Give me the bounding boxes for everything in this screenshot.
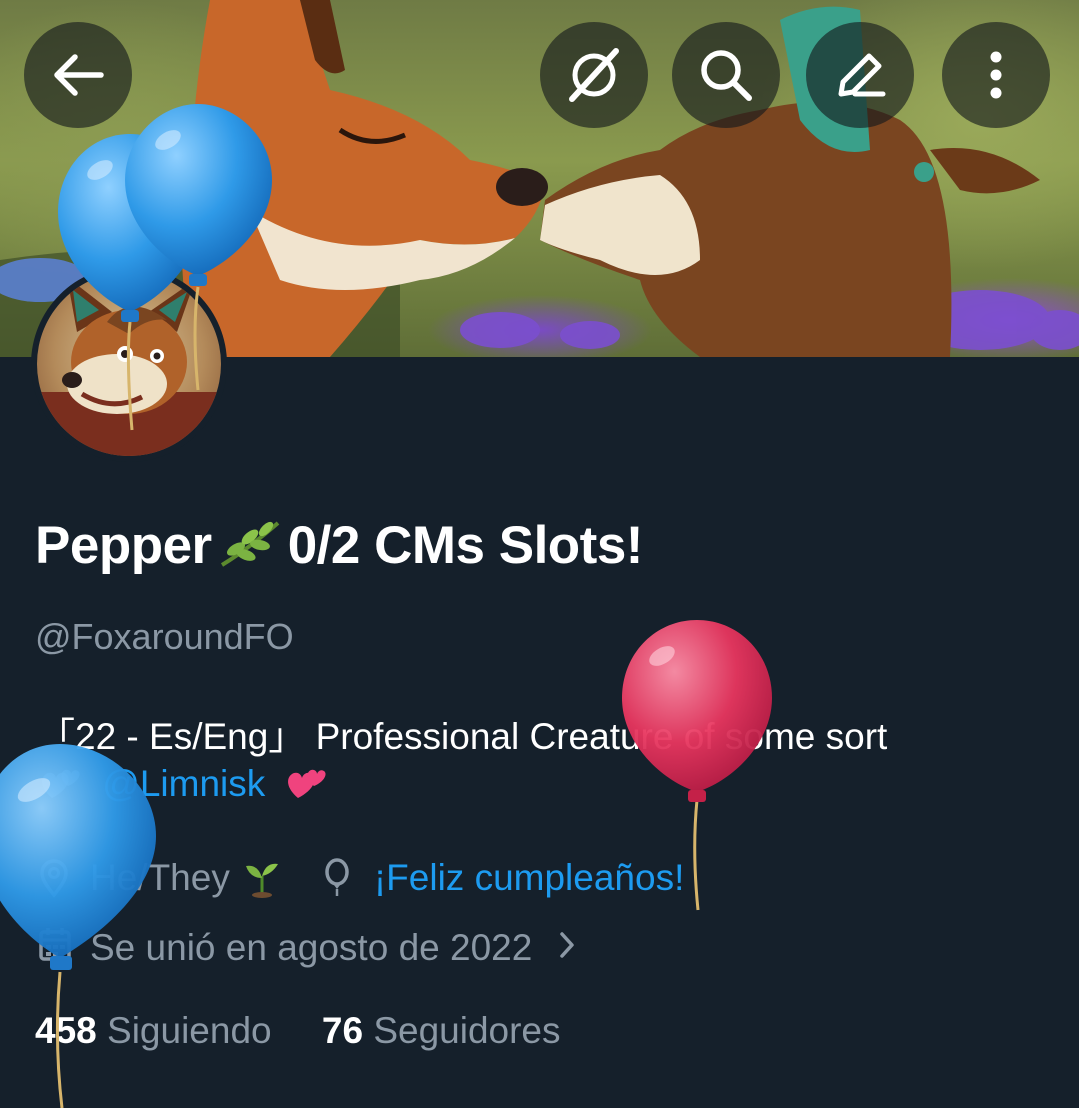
arrow-left-icon: [51, 53, 105, 97]
followers-link[interactable]: 76 Seguidores: [322, 1010, 561, 1051]
two-hearts-icon-pink: [284, 762, 328, 802]
bio-line-1: 「22 - Es/Eng」 Professional Creature of s…: [38, 716, 888, 757]
grok-button[interactable]: [540, 22, 648, 128]
follow-stats: 458 Siguiendo 76 Seguidores: [35, 1010, 561, 1052]
name-text: Pepper: [35, 516, 212, 575]
two-hearts-icon: [38, 762, 82, 802]
bio-mention-link[interactable]: @Limnisk: [102, 763, 265, 804]
balloon-icon: [322, 858, 352, 898]
more-button[interactable]: [942, 22, 1050, 128]
joined-row[interactable]: Se unió en agosto de 2022: [38, 925, 576, 971]
back-button[interactable]: [24, 22, 132, 128]
search-icon: [697, 46, 755, 104]
edit-button[interactable]: [806, 22, 914, 128]
chevron-right-icon: [558, 927, 576, 969]
profile-name: Pepper 0/2 CMs Slots!: [35, 515, 643, 576]
name-suffix: 0/2 CMs Slots!: [287, 516, 644, 575]
location-pin-icon: [38, 858, 70, 898]
pencil-icon: [831, 46, 889, 104]
herb-emoji-icon: [218, 519, 282, 569]
profile-meta: He/They ¡Feliz cumpleaños!: [38, 855, 684, 901]
grok-icon: [564, 45, 624, 105]
more-vertical-icon: [986, 50, 1006, 100]
following-count: 458: [35, 1010, 97, 1051]
bio-line-2: @Limnisk: [38, 762, 328, 805]
search-button[interactable]: [672, 22, 780, 128]
followers-label: Seguidores: [373, 1010, 561, 1051]
avatar-image: [37, 272, 221, 456]
followers-count: 76: [321, 1010, 364, 1051]
birthday-link[interactable]: ¡Feliz cumpleaños!: [374, 857, 685, 899]
seedling-emoji-icon: [242, 858, 282, 898]
calendar-icon: [38, 925, 72, 972]
following-label: Siguiendo: [107, 1010, 272, 1051]
avatar[interactable]: [31, 266, 227, 462]
following-link[interactable]: 458 Siguiendo: [35, 1010, 272, 1051]
profile-handle: @FoxaroundFO: [35, 616, 294, 657]
joined-text: Se unió en agosto de 2022: [90, 927, 533, 968]
pronouns-text: He/They: [90, 857, 230, 898]
